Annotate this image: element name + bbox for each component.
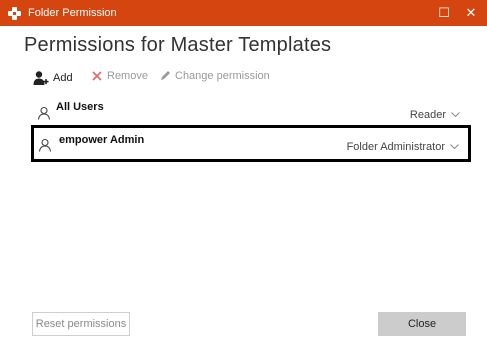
maximize-button[interactable]: ☐ bbox=[435, 4, 453, 22]
change-permission-label: Change permission bbox=[175, 70, 270, 82]
role-value: Reader bbox=[409, 109, 446, 121]
user-name: All Users bbox=[56, 101, 104, 113]
add-label: Add bbox=[53, 72, 73, 84]
list-item[interactable]: empower Admin Folder Administrator bbox=[31, 125, 471, 162]
remove-button[interactable]: Remove bbox=[91, 70, 148, 82]
reset-permissions-button[interactable]: Reset permissions bbox=[32, 312, 130, 336]
close-window-button[interactable]: ✕ bbox=[462, 4, 480, 22]
page-title: Permissions for Master Templates bbox=[24, 34, 332, 56]
pencil-icon bbox=[161, 71, 170, 80]
add-user-icon bbox=[33, 71, 49, 85]
close-button[interactable]: Close bbox=[378, 312, 466, 336]
list-item[interactable]: All Users Reader bbox=[31, 98, 471, 128]
role-value: Folder Administrator bbox=[346, 141, 445, 153]
chevron-down-icon bbox=[450, 144, 459, 150]
title-bar: Folder Permission ☐ ✕ bbox=[0, 0, 487, 26]
user-icon bbox=[38, 138, 52, 152]
remove-x-icon bbox=[92, 71, 102, 81]
add-button[interactable]: Add bbox=[33, 70, 73, 86]
chevron-down-icon bbox=[451, 112, 460, 118]
app-logo-icon bbox=[8, 7, 21, 20]
user-name: empower Admin bbox=[59, 134, 145, 146]
window-title: Folder Permission bbox=[28, 7, 117, 19]
user-icon bbox=[37, 106, 51, 120]
remove-label: Remove bbox=[107, 70, 148, 82]
role-dropdown[interactable]: Folder Administrator bbox=[347, 141, 459, 153]
role-dropdown[interactable]: Reader bbox=[410, 109, 460, 121]
change-permission-button[interactable]: Change permission bbox=[159, 70, 270, 82]
